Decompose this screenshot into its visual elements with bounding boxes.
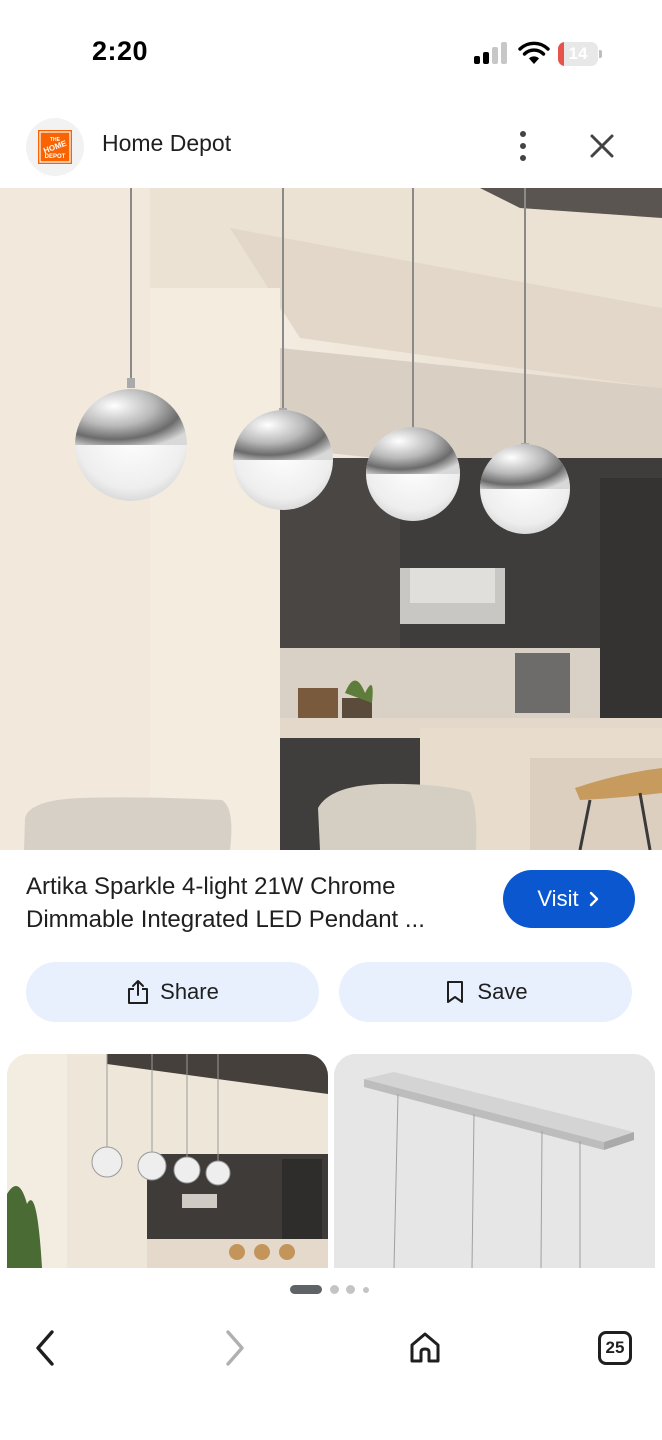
tab-count: 25 — [605, 1338, 625, 1357]
status-time: 2:20 — [92, 36, 149, 66]
forward-button[interactable] — [210, 1324, 258, 1372]
status-bar: 2:20 14 — [0, 0, 662, 100]
tabs-icon: 25 — [598, 1331, 632, 1365]
tabs-button[interactable]: 25 — [591, 1324, 639, 1372]
back-icon — [36, 1330, 54, 1366]
site-name[interactable]: Home Depot — [102, 130, 231, 157]
save-label: Save — [477, 979, 528, 1004]
product-title[interactable]: Artika Sparkle 4-light 21W Chrome Dimmab… — [26, 870, 476, 936]
more-options-button[interactable] — [506, 126, 540, 166]
related-image-2[interactable] — [334, 1054, 655, 1268]
page-dot — [330, 1285, 339, 1294]
save-button[interactable]: Save — [339, 962, 632, 1022]
page-indicator — [290, 1285, 380, 1295]
visit-label: Visit — [537, 886, 579, 911]
page-dot-active — [290, 1285, 322, 1294]
home-depot-logo: THE HOME DEPOT — [26, 118, 84, 176]
home-icon — [410, 1332, 440, 1363]
chevron-right-icon — [589, 891, 598, 907]
source-header: THE HOME DEPOT Home Depot — [0, 110, 662, 188]
product-title-line2: Dimmable Integrated LED Pendant ... — [26, 906, 425, 933]
share-label: Share — [160, 979, 219, 1004]
product-image[interactable] — [0, 188, 662, 850]
pendant-lights-photo — [0, 188, 662, 850]
more-vert-icon — [520, 131, 526, 137]
related-image-1[interactable] — [7, 1054, 328, 1268]
battery-level: 14 — [568, 44, 588, 63]
bookmark-icon — [447, 981, 464, 1003]
back-button[interactable] — [22, 1324, 70, 1372]
signal-icon — [474, 42, 508, 64]
product-title-line1: Artika Sparkle 4-light 21W Chrome — [26, 873, 396, 900]
browser-toolbar: 25 — [0, 1310, 662, 1386]
svg-text:DEPOT: DEPOT — [45, 154, 66, 160]
visit-button[interactable]: Visit — [503, 870, 635, 928]
wifi-icon — [518, 41, 550, 64]
page-dot — [363, 1286, 369, 1293]
logo-mark: THE HOME DEPOT — [38, 130, 72, 164]
forward-icon — [226, 1330, 244, 1366]
battery-icon: 14 — [558, 42, 602, 66]
home-button[interactable] — [401, 1324, 449, 1372]
share-icon — [128, 980, 149, 1004]
page-dot — [346, 1285, 355, 1294]
close-icon[interactable] — [582, 126, 622, 166]
share-button[interactable]: Share — [26, 962, 319, 1022]
